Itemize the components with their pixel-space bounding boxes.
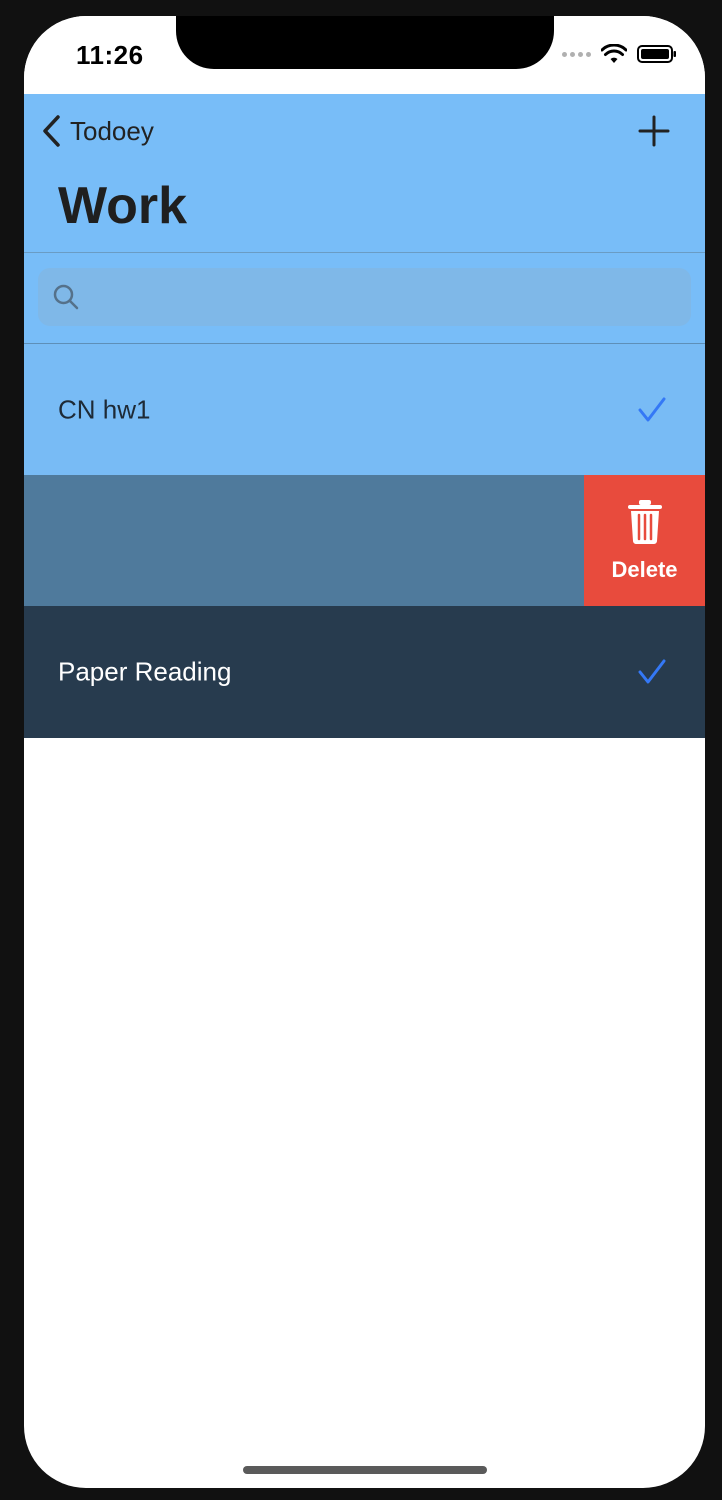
search-field[interactable]	[38, 267, 691, 327]
battery-icon	[637, 45, 676, 63]
search-bar	[24, 253, 705, 344]
cellular-signal-icon	[562, 51, 591, 57]
chevron-left-icon	[43, 115, 60, 147]
device-notch	[176, 16, 554, 69]
list-item[interactable]: Paper Reading	[24, 606, 705, 738]
wifi-icon	[601, 44, 627, 63]
list-item-label: CN hw1	[58, 394, 151, 424]
back-button[interactable]: Todoey	[42, 114, 154, 148]
trash-icon	[627, 499, 662, 544]
delete-button-label: Delete	[611, 556, 678, 582]
add-item-button[interactable]	[637, 114, 671, 148]
delete-button[interactable]: Delete	[584, 475, 705, 606]
list-item-label: Paper Reading	[58, 656, 232, 687]
search-icon	[53, 284, 79, 310]
search-input[interactable]	[80, 267, 691, 327]
checkmark-icon	[638, 659, 666, 684]
home-indicator[interactable]	[243, 1466, 487, 1474]
status-icons	[562, 44, 677, 64]
device-frame: 11:26 Todoey Work CN hw1 Delete Paper Re…	[0, 0, 722, 1500]
status-time: 11:26	[76, 40, 144, 70]
list-item[interactable]: CN hw1	[24, 344, 705, 475]
navigation-bar: Todoey Work	[24, 94, 705, 253]
page-title: Work	[58, 177, 188, 235]
back-button-label: Todoey	[70, 115, 154, 146]
screen: 11:26 Todoey Work CN hw1 Delete Paper Re…	[24, 16, 705, 1488]
checkmark-icon	[638, 397, 666, 421]
list-item[interactable]: Delete	[24, 475, 705, 606]
